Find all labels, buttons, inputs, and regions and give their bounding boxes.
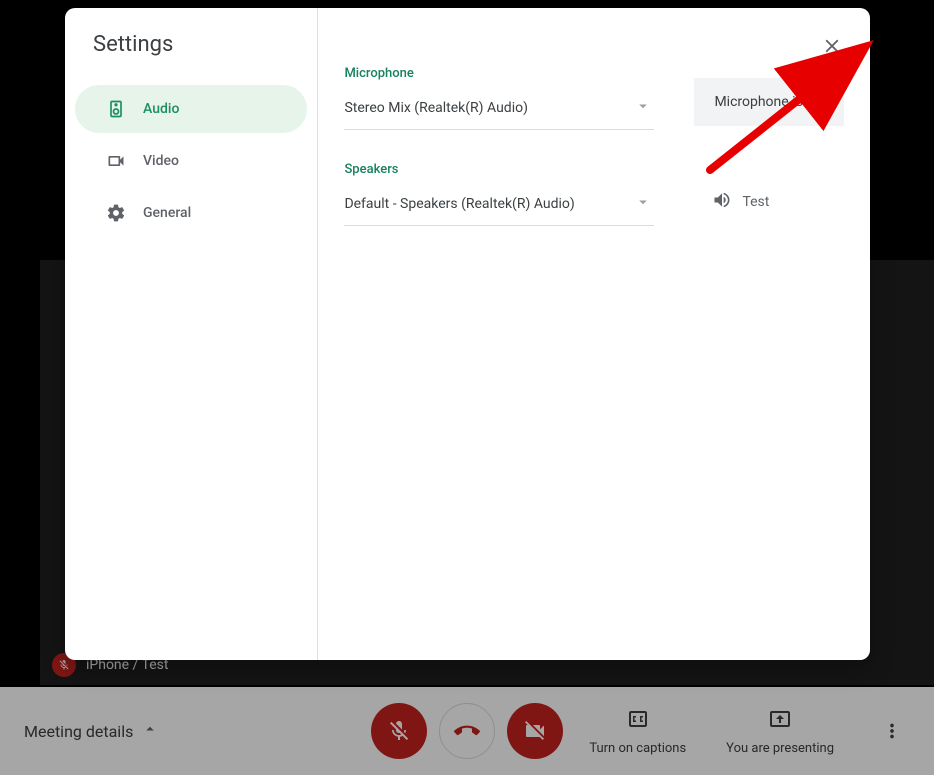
- video-icon: [105, 151, 127, 171]
- gear-icon: [105, 203, 127, 223]
- microphone-section: Microphone Stereo Mix (Realtek(R) Audio)…: [344, 66, 844, 130]
- microphone-label: Microphone: [344, 66, 654, 81]
- nav-item-general[interactable]: General: [75, 189, 307, 237]
- settings-title: Settings: [65, 32, 317, 85]
- settings-main: Microphone Stereo Mix (Realtek(R) Audio)…: [318, 8, 870, 660]
- settings-sidebar: Settings Audio Video General: [65, 8, 318, 660]
- volume-icon: [712, 190, 732, 214]
- settings-modal: Settings Audio Video General Microphon: [65, 8, 870, 660]
- test-label: Test: [742, 194, 769, 210]
- nav-item-video[interactable]: Video: [75, 137, 307, 185]
- close-button[interactable]: [814, 28, 850, 64]
- microphone-select[interactable]: Stereo Mix (Realtek(R) Audio): [344, 91, 654, 130]
- nav-general-label: General: [143, 205, 191, 221]
- dropdown-icon: [634, 97, 652, 119]
- test-speakers-button[interactable]: Test: [712, 190, 769, 214]
- speakers-value: Default - Speakers (Realtek(R) Audio): [344, 196, 574, 212]
- speakers-section: Speakers Default - Speakers (Realtek(R) …: [344, 162, 844, 226]
- nav-audio-label: Audio: [143, 101, 179, 117]
- dropdown-icon: [634, 193, 652, 215]
- microphone-status: Microphone is off: [694, 78, 844, 126]
- speakers-label: Speakers: [344, 162, 654, 177]
- speakers-select[interactable]: Default - Speakers (Realtek(R) Audio): [344, 187, 654, 226]
- speaker-icon: [105, 99, 127, 119]
- close-icon: [821, 35, 843, 57]
- microphone-value: Stereo Mix (Realtek(R) Audio): [344, 100, 528, 116]
- nav-video-label: Video: [143, 153, 179, 169]
- nav-item-audio[interactable]: Audio: [75, 85, 307, 133]
